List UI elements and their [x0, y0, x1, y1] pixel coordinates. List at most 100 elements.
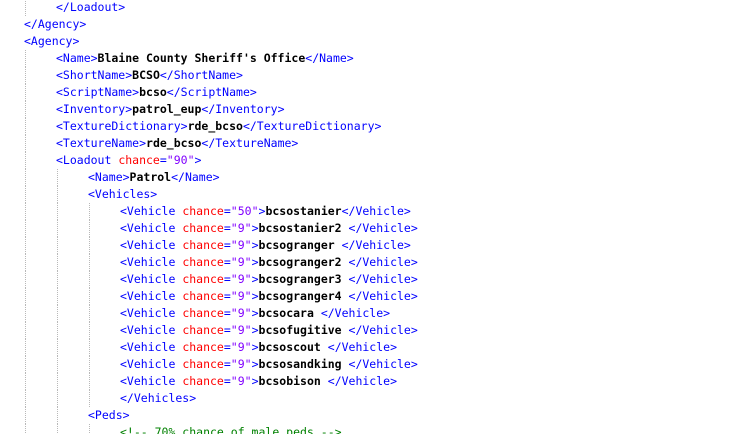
indent-guide: [89, 288, 90, 305]
code-line[interactable]: <TextureName>rde_bcso</TextureName>: [56, 135, 298, 152]
xml-text: BCSO: [132, 68, 160, 82]
code-line[interactable]: <Vehicle chance="9">bcsocara </Vehicle>: [120, 305, 390, 322]
indent-guide: [57, 254, 58, 271]
xml-text: patrol_eup: [132, 102, 202, 116]
xml-tag: </Agency>: [24, 17, 87, 31]
code-line[interactable]: <Vehicle chance="9">bcsogranger </Vehicl…: [120, 237, 411, 254]
xml-code-editor[interactable]: </Loadout> </Agency> <Agency> <Name>Blaine …: [0, 0, 735, 434]
xml-tag: <Vehicle: [120, 204, 183, 218]
code-line[interactable]: <Vehicle chance="9">bcsobison </Vehicle>: [120, 373, 397, 390]
xml-tag: =: [223, 272, 231, 286]
xml-tag: <Vehicle: [120, 340, 183, 354]
xml-tag: <Vehicle: [120, 221, 183, 235]
code-line[interactable]: <Vehicles>: [88, 186, 157, 203]
xml-attribute: chance: [182, 255, 224, 269]
xml-tag: >: [251, 357, 259, 371]
indent-guide: [25, 407, 26, 424]
xml-attribute-value: "50": [230, 204, 259, 218]
xml-tag: =: [223, 238, 231, 252]
code-line[interactable]: <Vehicle chance="9">bcsoscout </Vehicle>: [120, 339, 397, 356]
indent-guide: [57, 407, 58, 424]
indent-guide: [57, 339, 58, 356]
xml-tag: </Vehicle>: [320, 306, 391, 320]
indent-guide: [25, 203, 26, 220]
xml-tag: <ScriptName>: [56, 85, 140, 99]
indent-guide: [25, 390, 26, 407]
xml-attribute: chance: [118, 153, 160, 167]
xml-tag: >: [251, 323, 259, 337]
code-line[interactable]: <Vehicle chance="50">bcsostanier</Vehicl…: [120, 203, 411, 220]
xml-tag: =: [223, 204, 231, 218]
xml-text: bcsogranger: [258, 238, 342, 252]
xml-text: bcso: [139, 85, 167, 99]
code-line[interactable]: <TextureDictionary>rde_bcso</TextureDict…: [56, 118, 381, 135]
code-line[interactable]: <Vehicle chance="9">bcsofugitive </Vehic…: [120, 322, 418, 339]
code-line[interactable]: </Agency>: [24, 16, 86, 33]
xml-tag: <Vehicle: [120, 306, 183, 320]
code-line[interactable]: <Loadout chance="90">: [56, 152, 201, 169]
xml-text: bcsoscout: [258, 340, 328, 354]
xml-tag: </ScriptName>: [166, 85, 257, 99]
xml-attribute-value: "9": [230, 272, 252, 286]
xml-tag: >: [251, 272, 259, 286]
indent-guide: [89, 203, 90, 220]
xml-tag: <Peds>: [88, 408, 130, 422]
code-line[interactable]: <Vehicle chance="9">bcsosandking </Vehic…: [120, 356, 418, 373]
xml-tag: <Vehicle: [120, 323, 183, 337]
xml-tag: <Vehicle: [120, 357, 183, 371]
indent-guide: [57, 169, 58, 186]
xml-tag: </Vehicles>: [120, 391, 197, 405]
xml-tag: <Inventory>: [56, 102, 133, 116]
indent-guide: [57, 271, 58, 288]
xml-attribute-value: "90": [166, 153, 195, 167]
xml-tag: =: [223, 357, 231, 371]
code-line[interactable]: <ScriptName>bcso</ScriptName>: [56, 84, 257, 101]
xml-tag: </ShortName>: [159, 68, 243, 82]
indent-guide: [25, 288, 26, 305]
xml-tag: <Vehicles>: [88, 187, 158, 201]
code-line[interactable]: <Vehicle chance="9">bcsogranger3 </Vehic…: [120, 271, 418, 288]
indent-guide: [25, 322, 26, 339]
xml-text: bcsostanier2: [258, 221, 349, 235]
code-line[interactable]: <Vehicle chance="9">bcsogranger2 </Vehic…: [120, 254, 418, 271]
indent-guide: [57, 186, 58, 203]
xml-text: Blaine County Sheriff's Office: [97, 51, 306, 65]
xml-text: rde_bcso: [187, 119, 243, 133]
indent-guide: [89, 424, 90, 434]
xml-text: bcsogranger3: [258, 272, 349, 286]
xml-text: rde_bcso: [146, 136, 202, 150]
code-line[interactable]: <!-- 70% chance of male peds -->: [120, 424, 342, 434]
indent-guide: [25, 135, 26, 152]
code-line[interactable]: <Peds>: [88, 407, 130, 424]
xml-attribute-value: "9": [230, 357, 252, 371]
code-line[interactable]: <ShortName>BCSO</ShortName>: [56, 67, 243, 84]
code-line[interactable]: <Name>Blaine County Sheriff's Office</Na…: [56, 50, 354, 67]
code-line[interactable]: </Vehicles>: [120, 390, 196, 407]
xml-tag: >: [251, 306, 259, 320]
xml-attribute-value: "9": [230, 255, 252, 269]
xml-tag: </TextureName>: [201, 136, 299, 150]
indent-guide: [25, 424, 26, 434]
code-line[interactable]: <Name>Patrol</Name>: [88, 169, 220, 186]
xml-tag: </Name>: [305, 51, 354, 65]
indent-guide: [57, 220, 58, 237]
indent-guide: [25, 254, 26, 271]
xml-tag: <Vehicle: [120, 289, 183, 303]
code-line[interactable]: </Loadout>: [56, 0, 125, 16]
xml-tag: </Name>: [171, 170, 220, 184]
indent-guide: [89, 373, 90, 390]
indent-guide: [89, 390, 90, 407]
code-line[interactable]: <Vehicle chance="9">bcsostanier2 </Vehic…: [120, 220, 418, 237]
indent-guide: [89, 220, 90, 237]
indent-guide: [57, 288, 58, 305]
xml-attribute: chance: [182, 221, 224, 235]
indent-guide: [89, 254, 90, 271]
code-line[interactable]: <Vehicle chance="9">bcsogranger4 </Vehic…: [120, 288, 418, 305]
indent-guide: [25, 373, 26, 390]
xml-attribute: chance: [182, 340, 224, 354]
xml-tag: <Vehicle: [120, 255, 183, 269]
code-line[interactable]: <Agency>: [24, 33, 79, 50]
xml-text: bcsostanier: [265, 204, 342, 218]
code-line[interactable]: <Inventory>patrol_eup</Inventory>: [56, 101, 285, 118]
xml-attribute: chance: [182, 289, 224, 303]
